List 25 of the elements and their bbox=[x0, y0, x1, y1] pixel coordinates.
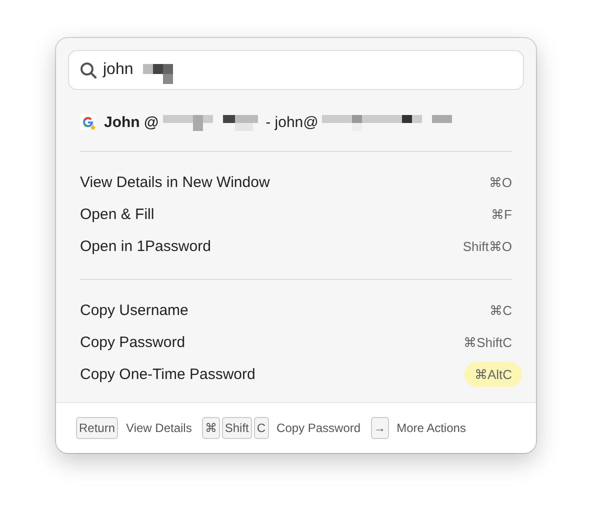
redaction-mark bbox=[143, 64, 174, 84]
menu-item[interactable]: View Details in New Window ⌘O bbox=[56, 166, 536, 198]
shortcut-label: ⌘AltC bbox=[464, 362, 522, 386]
hint-label: View Details bbox=[126, 421, 192, 435]
search-icon bbox=[80, 62, 97, 78]
search-field[interactable]: john bbox=[68, 50, 524, 90]
menu-item[interactable]: Copy Username ⌘C bbox=[56, 294, 536, 326]
shortcut-label: Shift⌘O bbox=[462, 238, 512, 256]
menu-item[interactable]: Open in 1Password Shift⌘O bbox=[56, 230, 536, 262]
key-cap: → bbox=[370, 417, 389, 439]
menu-item[interactable]: Copy One-Time Password ⌘AltC bbox=[56, 358, 536, 390]
shortcut-label: ⌘C bbox=[490, 302, 512, 320]
key-cap: Shift bbox=[222, 417, 252, 439]
shortcut-label: ⌘ShiftC bbox=[464, 334, 512, 352]
menu-item[interactable]: Copy Password ⌘ShiftC bbox=[56, 326, 536, 358]
hint-label: More Actions bbox=[396, 421, 466, 435]
hint-label: Copy Password bbox=[276, 421, 361, 435]
result-item[interactable]: John @ - john@ bbox=[80, 110, 536, 134]
google-icon bbox=[80, 114, 96, 130]
shortcut-label: ⌘F bbox=[491, 206, 512, 224]
key-cap: C bbox=[254, 417, 269, 439]
key-cap: ⌘ bbox=[202, 417, 220, 439]
shortcut-label: ⌘O bbox=[488, 174, 512, 192]
key-cap: Return bbox=[76, 417, 118, 439]
menu-item[interactable]: Open & Fill ⌘F bbox=[56, 198, 536, 230]
